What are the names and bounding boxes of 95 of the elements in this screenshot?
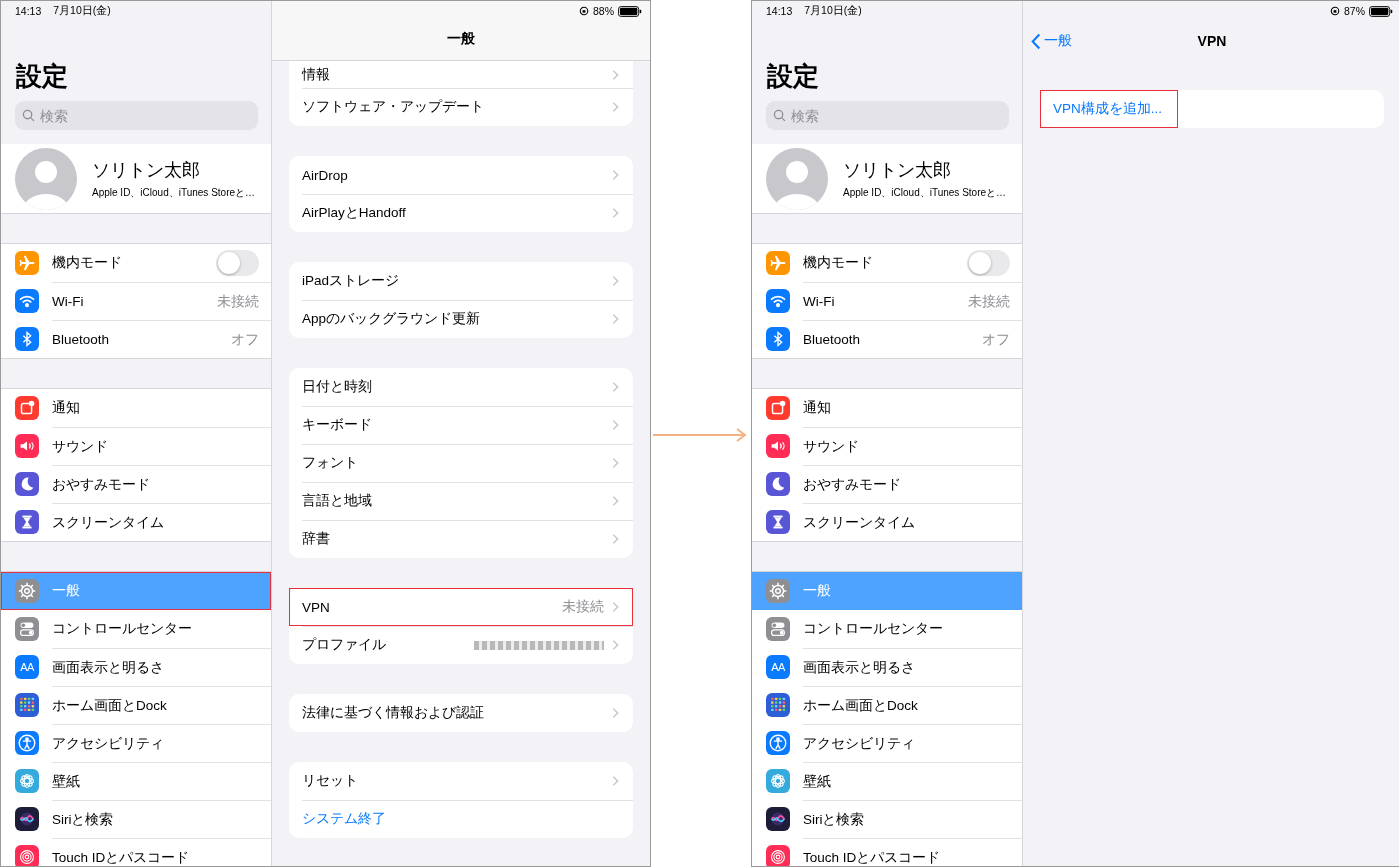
sidebar-item[interactable]: サウンド (1, 427, 271, 465)
back-chevron-icon (1031, 32, 1041, 50)
sidebar-item[interactable]: Wi-Fi 未接続 (752, 282, 1022, 320)
status-value: オフ (982, 330, 1010, 349)
toggle-switch[interactable] (967, 250, 1010, 276)
sidebar-item[interactable]: AA 画面表示と明るさ (1, 648, 271, 686)
status-value: 未接続 (217, 292, 259, 311)
settings-row[interactable]: Appのバックグラウンド更新 (289, 300, 633, 338)
chevron-icon (612, 457, 619, 469)
sidebar-item[interactable]: スクリーンタイム (1, 503, 271, 541)
chevron-icon (612, 381, 619, 393)
profile-name: ソリトン太郎 (92, 158, 200, 182)
sidebar-item[interactable]: アクセシビリティ (1, 724, 271, 762)
search-icon (773, 109, 786, 122)
chevron-icon (612, 601, 619, 613)
back-button[interactable]: 一般 (1031, 32, 1072, 50)
battery-icon (1369, 5, 1393, 17)
status-value: オフ (231, 330, 259, 349)
chevron-icon (612, 101, 619, 113)
sidebar-item[interactable]: Siriと検索 (752, 800, 1022, 838)
sidebar-item[interactable]: ホーム画面とDock (752, 686, 1022, 724)
settings-row[interactable]: AirPlayとHandoff (289, 194, 633, 232)
settings-row[interactable]: 情報 (289, 61, 633, 88)
settings-row[interactable]: キーボード (289, 406, 633, 444)
settings-row[interactable]: リセット (289, 762, 633, 800)
battery-percent: 88% (593, 5, 614, 17)
sidebar-item[interactable]: 機内モード (752, 244, 1022, 282)
toggle-switch[interactable] (216, 250, 259, 276)
chevron-icon (612, 68, 619, 81)
settings-row[interactable]: AirDrop (289, 156, 633, 194)
search-field[interactable]: 検索 (15, 101, 258, 130)
settings-row[interactable]: プロファイル (289, 626, 633, 664)
settings-row[interactable]: システム終了 (289, 800, 633, 838)
settings-row[interactable]: VPN構成を追加... (1040, 90, 1384, 128)
battery-percent: 87% (1344, 5, 1365, 17)
nav-title: VPN (1197, 33, 1227, 49)
sidebar-item[interactable]: 通知 (752, 389, 1022, 427)
chevron-icon (612, 169, 619, 181)
chevron-icon (612, 207, 619, 219)
settings-row[interactable]: 言語と地域 (289, 482, 633, 520)
profile-row[interactable]: ソリトン太郎 Apple ID、iCloud、iTunes Storeと… (1, 144, 271, 214)
settings-title: 設定 (767, 60, 819, 93)
chevron-icon (612, 707, 619, 719)
sidebar-item[interactable]: コントロールセンター (752, 610, 1022, 648)
sidebar-item[interactable]: コントロールセンター (1, 610, 271, 648)
profile-row[interactable]: ソリトン太郎 Apple ID、iCloud、iTunes Storeと… (752, 144, 1022, 214)
sidebar-item[interactable]: 壁紙 (752, 762, 1022, 800)
search-field[interactable]: 検索 (766, 101, 1009, 130)
sidebar-item[interactable]: Touch IDとパスコード (752, 838, 1022, 866)
profile-subtitle: Apple ID、iCloud、iTunes Storeと… (92, 185, 256, 200)
status-time: 14:13 (15, 5, 42, 17)
sidebar-item[interactable]: おやすみモード (1, 465, 271, 503)
sidebar-item[interactable]: 機内モード (1, 244, 271, 282)
chevron-icon (612, 495, 619, 507)
status-date: 7月10日(金) (804, 4, 862, 18)
chevron-icon (612, 775, 619, 787)
sidebar-item[interactable]: ホーム画面とDock (1, 686, 271, 724)
nav-title: 一般 (447, 30, 475, 48)
settings-row[interactable]: iPadストレージ (289, 262, 633, 300)
sidebar-item[interactable]: Touch IDとパスコード (1, 838, 271, 866)
sidebar-item[interactable]: Bluetooth オフ (752, 320, 1022, 358)
status-value: 未接続 (562, 598, 604, 616)
sidebar-item[interactable]: サウンド (752, 427, 1022, 465)
rotation-lock-icon (579, 6, 589, 16)
sidebar-item[interactable]: 通知 (1, 389, 271, 427)
sidebar-item[interactable]: スクリーンタイム (752, 503, 1022, 541)
status-date: 7月10日(金) (53, 4, 111, 18)
settings-row[interactable]: フォント (289, 444, 633, 482)
text-size-icon: AA (766, 655, 790, 679)
sidebar-item[interactable]: AA 画面表示と明るさ (752, 648, 1022, 686)
rotation-lock-icon (1330, 6, 1340, 16)
chevron-icon (612, 533, 619, 545)
search-icon (22, 109, 35, 122)
sidebar-item[interactable]: 壁紙 (1, 762, 271, 800)
settings-row[interactable]: 法律に基づく情報および認証 (289, 694, 633, 732)
sidebar-item[interactable]: Siriと検索 (1, 800, 271, 838)
sidebar-item[interactable]: Wi-Fi 未接続 (1, 282, 271, 320)
chevron-icon (612, 639, 619, 651)
settings-row[interactable]: ソフトウェア・アップデート (289, 88, 633, 126)
settings-row[interactable]: VPN 未接続 (289, 588, 633, 626)
sidebar-item[interactable]: Bluetooth オフ (1, 320, 271, 358)
sidebar-item[interactable]: おやすみモード (752, 465, 1022, 503)
status-value: 未接続 (968, 292, 1010, 311)
chevron-icon (612, 313, 619, 325)
sidebar-item[interactable]: アクセシビリティ (752, 724, 1022, 762)
chevron-icon (612, 275, 619, 287)
settings-title: 設定 (16, 60, 68, 93)
text-size-icon: AA (15, 655, 39, 679)
status-time: 14:13 (766, 5, 793, 17)
chevron-icon (612, 419, 619, 431)
settings-row[interactable]: 日付と時刻 (289, 368, 633, 406)
profile-subtitle: Apple ID、iCloud、iTunes Storeと… (843, 185, 1007, 200)
settings-row[interactable]: 辞書 (289, 520, 633, 558)
profile-name: ソリトン太郎 (843, 158, 951, 182)
battery-icon (618, 5, 642, 17)
